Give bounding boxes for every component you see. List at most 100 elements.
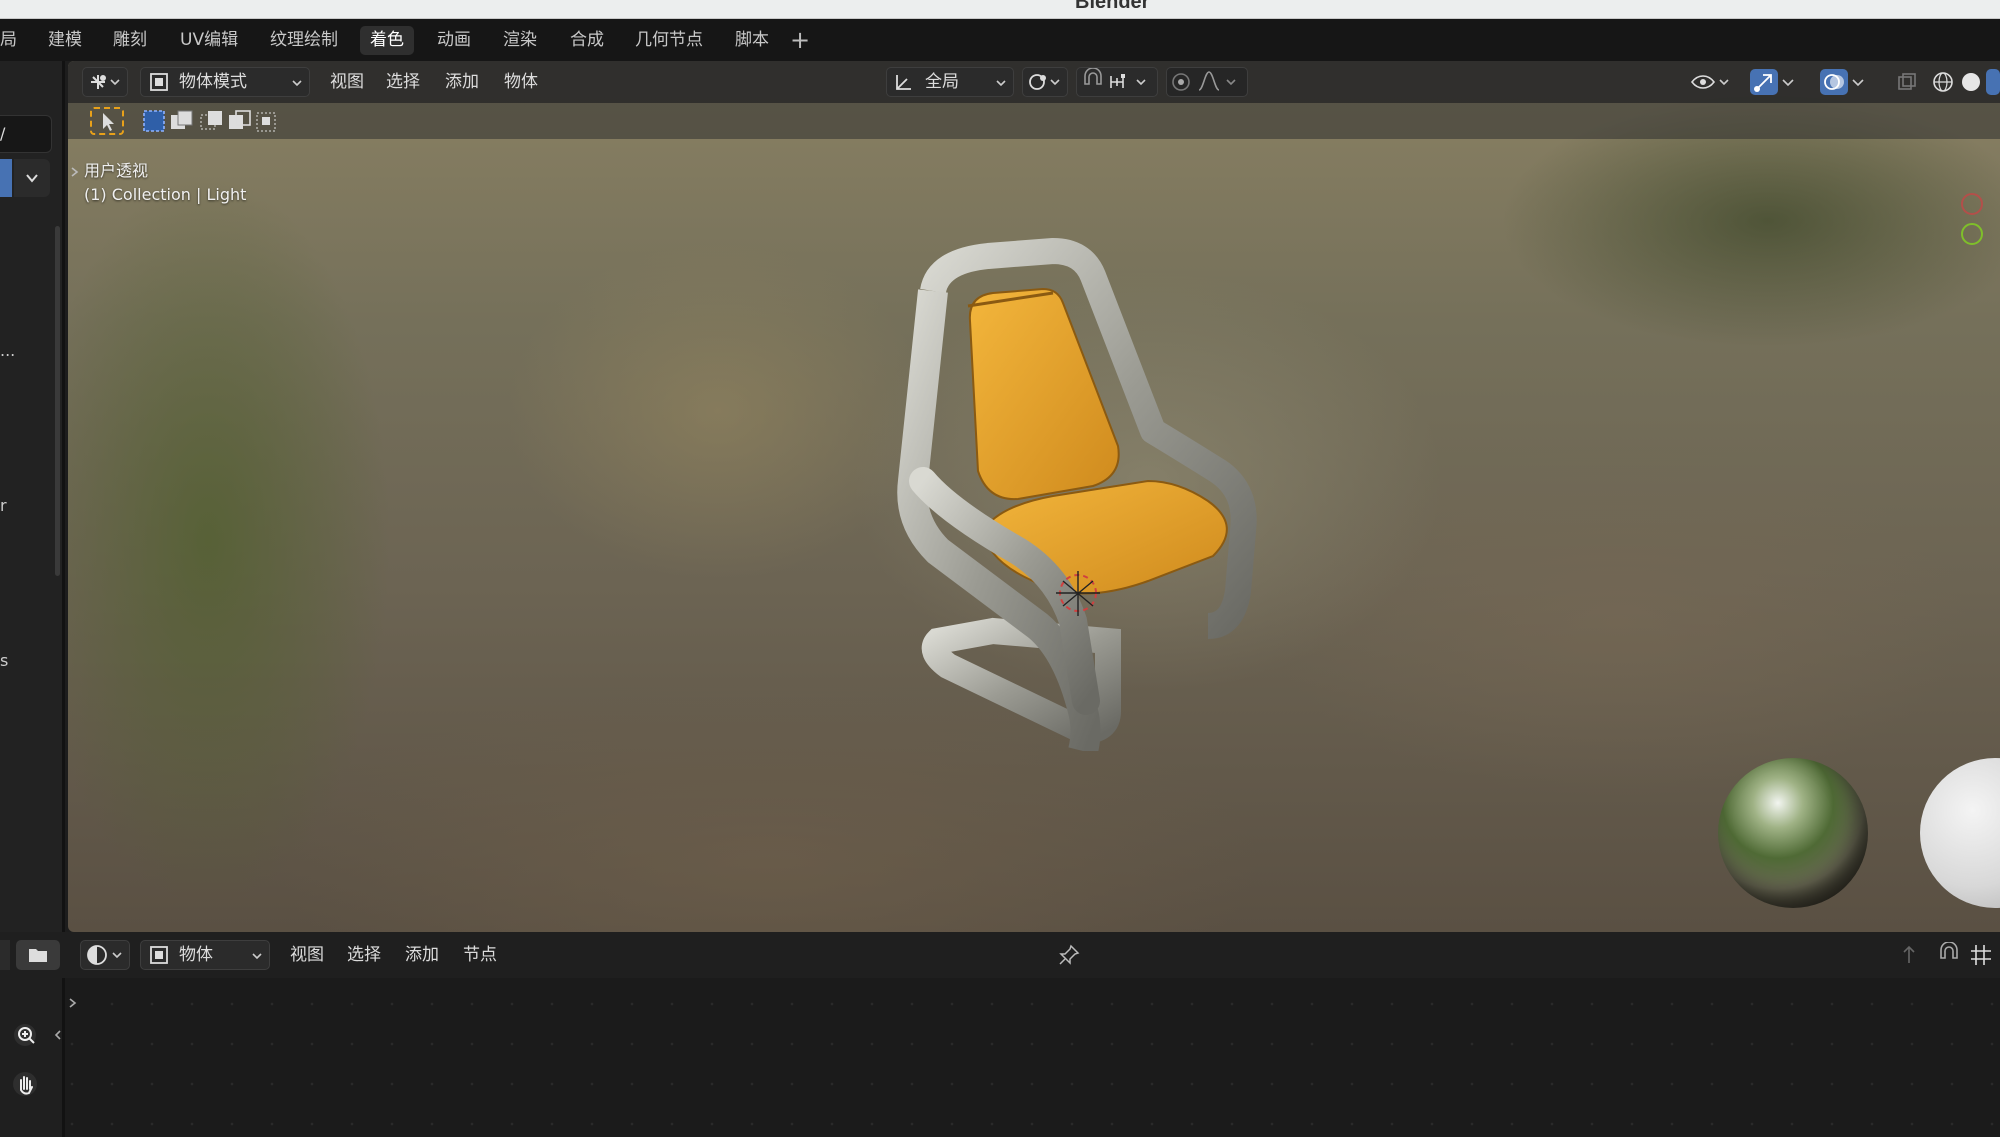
panel-scrollbar[interactable] <box>55 226 60 576</box>
collapse-arrow-icon[interactable] <box>52 1028 64 1042</box>
chair-model[interactable] <box>818 231 1318 751</box>
tab-animation[interactable]: 动画 <box>427 26 481 55</box>
select-invert-button[interactable] <box>226 107 256 135</box>
interaction-mode-dropdown[interactable]: 物体模式 <box>140 67 310 97</box>
menu-view[interactable]: 视图 <box>324 68 370 96</box>
tab-shading[interactable]: 着色 <box>360 26 414 55</box>
tab-modeling[interactable]: 建模 <box>38 26 92 55</box>
node-menu-view[interactable]: 视图 <box>284 941 330 969</box>
chevron-down-icon <box>996 80 1006 87</box>
transform-orientation-label: 全局 <box>925 72 959 92</box>
node-editor-header: 物体 视图 选择 添加 节点 <box>0 932 2000 978</box>
editor-type-button[interactable] <box>82 67 128 97</box>
chevron-down-icon <box>1852 79 1864 87</box>
overlays-toggle-button[interactable] <box>1820 69 1848 95</box>
snap-grid-icon[interactable] <box>1968 942 1994 968</box>
orientation-axes-icon <box>896 75 911 90</box>
interaction-mode-label: 物体模式 <box>179 72 247 92</box>
xray-icon <box>1898 73 1916 90</box>
select-invert-icon <box>229 110 251 129</box>
wireframe-sphere-icon <box>1933 72 1953 92</box>
node-editor-type-button[interactable] <box>80 940 130 970</box>
chevron-down-icon <box>292 80 302 87</box>
editor-type-icon <box>91 75 120 89</box>
tweak-tool-button[interactable] <box>90 107 124 135</box>
shader-type-dropdown[interactable]: 物体 <box>140 940 270 970</box>
node-menu-select[interactable]: 选择 <box>341 941 387 969</box>
solid-sphere-icon <box>1962 73 1980 91</box>
pivot-point-dropdown[interactable] <box>1022 67 1068 97</box>
window-title: Blender <box>1075 0 1150 13</box>
snap-magnet-icon[interactable] <box>1936 942 1962 968</box>
pivot-point-icon <box>1029 74 1060 90</box>
solid-shading-button[interactable] <box>1958 69 1984 95</box>
node-editor-side-tools <box>0 978 65 1137</box>
parent-node-tree-icon[interactable] <box>1896 942 1922 968</box>
object-icon <box>150 946 168 964</box>
gizmo-dropdown[interactable] <box>1778 69 1798 95</box>
visibility-dropdown[interactable] <box>1688 69 1734 95</box>
tab-texture-paint[interactable]: 纹理绘制 <box>260 26 348 55</box>
proportional-falloff-icon <box>1172 71 1236 91</box>
wireframe-shading-button[interactable] <box>1930 69 1956 95</box>
workspace-tab-bar: 局 建模 雕刻 UV编辑 纹理绘制 着色 动画 渲染 合成 几何节点 脚本 + <box>0 19 2000 61</box>
tab-scripting[interactable]: 脚本 <box>725 26 779 55</box>
gizmo-x-axis-icon[interactable] <box>1961 193 1983 215</box>
file-browser-panel: / ... r s <box>0 61 65 932</box>
sidebar-expand-icon[interactable] <box>66 996 80 1010</box>
title-bar: Blender <box>0 0 2000 19</box>
tab-rendering[interactable]: 渲染 <box>493 26 547 55</box>
select-extend-icon <box>171 110 193 129</box>
viewport-header: 物体模式 视图 选择 添加 物体 全局 <box>68 61 2000 103</box>
select-intersect-button[interactable] <box>254 107 284 135</box>
menu-add[interactable]: 添加 <box>439 68 485 96</box>
tab-uv-editing[interactable]: UV编辑 <box>170 26 248 55</box>
node-menu-node[interactable]: 节点 <box>457 941 503 969</box>
tab-sculpting[interactable]: 雕刻 <box>103 26 157 55</box>
material-preview-shading-button[interactable] <box>1986 69 2000 95</box>
zoom-in-icon[interactable] <box>12 1022 42 1052</box>
material-preview-sphere[interactable] <box>1920 758 2000 908</box>
snapping-group[interactable] <box>1076 67 1158 97</box>
select-intersect-icon <box>256 112 276 132</box>
select-new-button[interactable] <box>140 107 170 135</box>
gizmo-icon <box>1754 74 1772 92</box>
select-extend-button[interactable] <box>168 107 198 135</box>
file-browser-toggle-button[interactable] <box>16 940 60 970</box>
3d-viewport[interactable]: 物体模式 视图 选择 添加 物体 全局 用户透视 (1) Collection … <box>68 61 2000 932</box>
shader-node-editor[interactable]: 物体 视图 选择 添加 节点 <box>0 932 2000 1137</box>
overlays-dropdown[interactable] <box>1848 69 1868 95</box>
toolbar-expand-icon[interactable] <box>68 165 82 179</box>
xray-toggle-button[interactable] <box>1894 69 1920 95</box>
snap-magnet-icon <box>1084 67 1146 88</box>
object-mode-icon <box>150 73 168 91</box>
select-subtract-button[interactable] <box>198 107 228 135</box>
menu-object[interactable]: 物体 <box>498 68 544 96</box>
folder-icon <box>29 949 47 962</box>
transform-orientation-dropdown[interactable]: 全局 <box>886 67 1014 97</box>
tab-geometry-nodes[interactable]: 几何节点 <box>625 26 713 55</box>
node-menu-add[interactable]: 添加 <box>399 941 445 969</box>
pin-icon[interactable] <box>1056 942 1082 968</box>
filter-toggle-button[interactable] <box>0 159 12 197</box>
gizmo-toggle-button[interactable] <box>1750 69 1778 95</box>
truncated-item-r: r <box>0 496 7 515</box>
view-name-label: 用户透视 <box>84 161 149 180</box>
filter-dropdown-button[interactable] <box>14 159 50 197</box>
panel-edge-button[interactable] <box>0 940 10 970</box>
shader-editor-icon <box>87 945 122 965</box>
path-field[interactable]: / <box>0 115 52 153</box>
pan-hand-icon[interactable] <box>12 1070 42 1100</box>
eye-icon <box>1690 75 1729 89</box>
tab-layout[interactable]: 局 <box>0 26 27 55</box>
hdri-preview-sphere[interactable] <box>1718 758 1868 908</box>
gizmo-y-axis-icon[interactable] <box>1961 223 1983 245</box>
truncated-item-s: s <box>0 651 9 670</box>
tab-compositing[interactable]: 合成 <box>560 26 614 55</box>
menu-select[interactable]: 选择 <box>380 68 426 96</box>
add-workspace-icon[interactable]: + <box>790 28 810 52</box>
proportional-editing-group[interactable] <box>1166 67 1248 97</box>
path-field-text: / <box>0 124 6 143</box>
collection-info-label: (1) Collection | Light <box>84 185 247 204</box>
truncated-item-text: ... <box>0 341 16 360</box>
